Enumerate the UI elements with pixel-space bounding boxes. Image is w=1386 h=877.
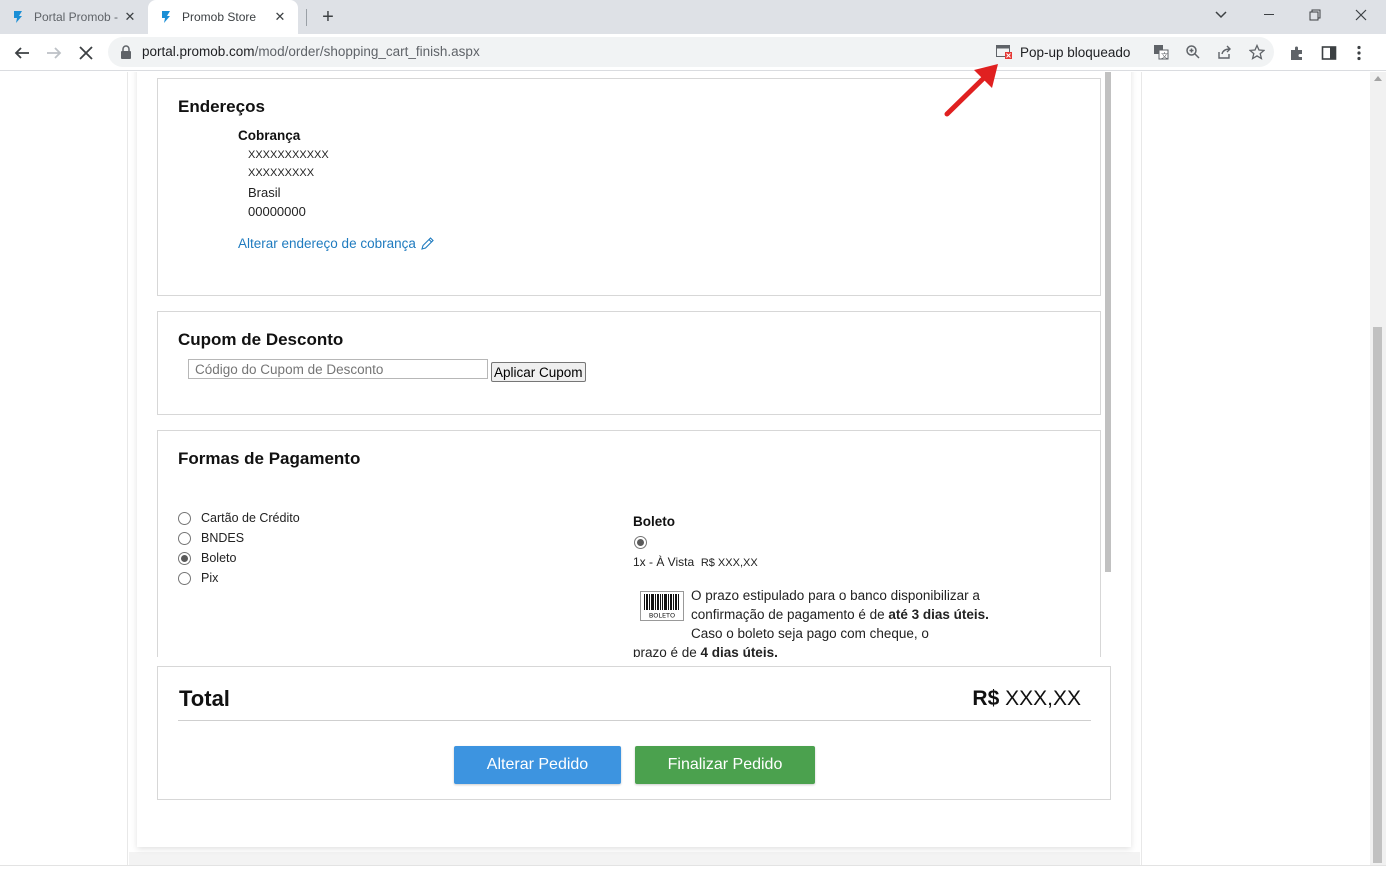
boleto-installment-label: 1x - À Vista	[633, 555, 695, 569]
finish-order-button[interactable]: Finalizar Pedido	[635, 746, 815, 784]
new-tab-button[interactable]: +	[316, 5, 340, 29]
boleto-installment-line: 1x - À Vista R$ XXX,XX	[633, 555, 758, 569]
scroll-up-arrow-icon[interactable]	[1374, 76, 1382, 81]
address-zip: 00000000	[248, 204, 306, 219]
popup-blocked-icon	[996, 45, 1012, 59]
payment-title: Formas de Pagamento	[178, 449, 361, 468]
boleto-info-text-end: prazo é de 4 dias úteis.	[633, 645, 778, 657]
url-host: portal.promob.com	[142, 44, 255, 59]
back-arrow-icon[interactable]	[9, 40, 35, 66]
boleto-title: Boleto	[633, 514, 675, 529]
tab-separator	[306, 9, 307, 26]
checkout-card: Endereços Cobrança XXXXXXXXXXX XXXXXXXXX…	[137, 72, 1131, 847]
payment-option-label: Cartão de Crédito	[201, 511, 300, 525]
tab-promob-store[interactable]: Promob Store ✕	[148, 0, 298, 34]
boleto-price: R$ XXX,XX	[700, 557, 758, 569]
left-margin	[0, 72, 128, 865]
promob-favicon-icon	[14, 11, 22, 23]
inner-scrollbar-thumb[interactable]	[1105, 72, 1111, 572]
red-annotation-arrow-icon	[944, 64, 998, 117]
card-footer-strip	[129, 852, 1140, 865]
tab-strip: Portal Promob - ✕ Promob Store ✕ +	[0, 0, 1386, 34]
tab-title: Promob Store	[182, 10, 257, 24]
popup-blocked-indicator[interactable]: Pop-up bloqueado	[996, 42, 1130, 62]
coupon-title: Cupom de Desconto	[178, 330, 344, 349]
page-scrollbar-thumb[interactable]	[1373, 327, 1382, 863]
total-value: R$ XXX,XX	[972, 687, 1081, 711]
address-country: Brasil	[248, 185, 281, 200]
close-tab-icon[interactable]: ✕	[272, 9, 288, 25]
url-path: /mod/order/shopping_cart_finish.aspx	[254, 44, 480, 59]
coupon-code-input[interactable]	[188, 359, 488, 379]
total-label: Total	[179, 686, 230, 711]
right-margin	[1141, 72, 1370, 865]
radio-button[interactable]	[178, 511, 191, 525]
tab-title: Portal Promob -	[34, 10, 119, 24]
address-line: XXXXXXXXX	[248, 167, 315, 179]
translate-icon[interactable]: 文	[1150, 42, 1172, 62]
total-amount: XXX,XX	[1005, 687, 1081, 710]
promob-favicon-icon	[162, 11, 170, 23]
zoom-icon[interactable]	[1182, 42, 1204, 62]
payment-option-label: Boleto	[201, 551, 237, 565]
total-currency: R$	[972, 687, 1000, 710]
status-strip	[0, 865, 1386, 877]
popup-blocked-label: Pop-up bloqueado	[1020, 44, 1131, 60]
forward-arrow-icon[interactable]	[41, 40, 67, 66]
billing-label: Cobrança	[238, 128, 301, 143]
share-icon[interactable]	[1214, 42, 1236, 62]
close-tab-icon[interactable]: ✕	[122, 9, 138, 25]
total-panel: Total R$ XXX,XX Alterar Pedido Finalizar…	[157, 666, 1111, 800]
payment-option-bndes[interactable]: BNDES	[178, 531, 244, 545]
page-viewport: Endereços Cobrança XXXXXXXXXXX XXXXXXXXX…	[0, 72, 1370, 865]
boleto-installment-radio[interactable]	[634, 536, 647, 549]
boleto-info-text: O prazo estipulado para o banco disponib…	[691, 588, 989, 641]
checkout-scroll-area[interactable]: Endereços Cobrança XXXXXXXXXXX XXXXXXXXX…	[137, 72, 1131, 657]
tab-search-icon[interactable]	[1198, 0, 1244, 30]
bookmark-star-icon[interactable]	[1246, 42, 1268, 62]
extensions-puzzle-icon[interactable]	[1284, 40, 1310, 66]
payment-option-boleto[interactable]: Boleto	[178, 551, 236, 565]
radio-button[interactable]	[178, 531, 191, 545]
browser-toolbar: portal.promob.com/mod/order/shopping_car…	[0, 34, 1386, 71]
barcode-boleto-icon: BOLETO	[640, 591, 684, 621]
payment-option-label: BNDES	[201, 531, 245, 545]
menu-kebab-icon[interactable]	[1346, 40, 1372, 66]
address-bar[interactable]: portal.promob.com/mod/order/shopping_car…	[108, 37, 1274, 67]
stop-loading-icon[interactable]	[73, 40, 99, 66]
pencil-icon	[421, 237, 434, 250]
edit-billing-address-label: Alterar endereço de cobrança	[238, 236, 416, 251]
minimize-button[interactable]	[1246, 0, 1292, 30]
tab-portal-promob[interactable]: Portal Promob - ✕	[0, 0, 148, 34]
side-panel-icon[interactable]	[1316, 40, 1342, 66]
payment-option-credit-card[interactable]: Cartão de Crédito	[178, 511, 300, 525]
lock-icon[interactable]	[120, 45, 132, 59]
edit-billing-address-link[interactable]: Alterar endereço de cobrança	[238, 236, 435, 251]
radio-button[interactable]	[178, 571, 191, 585]
apply-coupon-button[interactable]: Aplicar Cupom	[491, 362, 586, 382]
restore-button[interactable]	[1292, 0, 1338, 30]
payment-option-pix[interactable]: Pix	[178, 571, 218, 585]
address-line: XXXXXXXXXXX	[248, 149, 329, 161]
close-window-button[interactable]	[1338, 0, 1384, 30]
radio-button-checked[interactable]	[178, 551, 191, 565]
url-text[interactable]: portal.promob.com/mod/order/shopping_car…	[142, 44, 480, 59]
boleto-icon-label: BOLETO	[649, 612, 675, 620]
divider	[178, 720, 1091, 721]
page-scrollbar[interactable]	[1370, 72, 1386, 865]
svg-text:文: 文	[1161, 51, 1168, 60]
payment-option-label: Pix	[201, 571, 219, 585]
alter-order-button[interactable]: Alterar Pedido	[454, 746, 621, 784]
addresses-title: Endereços	[178, 97, 265, 116]
coupon-panel: Cupom de Desconto Aplicar Cupom	[157, 311, 1101, 415]
payment-panel: Formas de Pagamento Cartão de Crédito BN…	[157, 430, 1101, 657]
